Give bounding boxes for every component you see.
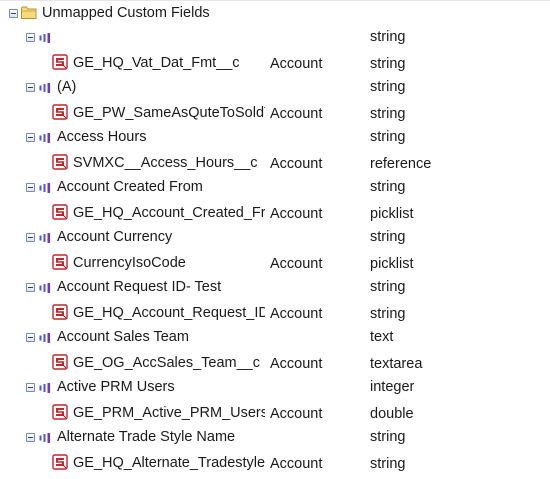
collapse-minus-icon[interactable] [26,133,35,142]
field-icon [39,283,51,293]
mapping-row[interactable]: GE_HQ_Account_Request_ID2 Account string [0,300,550,325]
mapped-field-name: GE_PW_SameAsQuteToSoldTo [73,105,265,121]
field-row[interactable]: Account Currency string [0,225,550,250]
field-label: (A) [57,79,77,95]
mapping-row[interactable]: GE_HQ_Alternate_Tradestyle_ Account stri… [0,450,550,475]
mapped-field-name: GE_OG_AccSales_Team__c [73,355,260,371]
field-label: Account Sales Team [57,329,189,345]
field-label: Active PRM Users [57,379,175,395]
mapped-field-type: string [370,456,406,472]
object-name: Account [270,456,323,472]
field-mapping-tree: Unmapped Custom Fields string GE_HQ_Vat_… [0,0,550,479]
mapped-field-name: GE_HQ_Vat_Dat_Fmt__c [73,55,240,71]
mapped-field-name: SVMXC__Access_Hours__c [73,155,258,171]
salesforce-object-icon [52,304,68,320]
field-icon [39,183,51,193]
mapped-field-name: GE_PRM_Active_PRM_Users__ [73,405,265,421]
collapse-minus-icon[interactable] [26,383,35,392]
field-type: string [370,179,406,195]
mapped-field-type: string [370,306,406,322]
collapse-minus-icon[interactable] [26,183,35,192]
salesforce-object-icon [52,204,68,220]
mapped-field-type: string [370,56,406,72]
mapping-row[interactable]: GE_PW_SameAsQuteToSoldTo Account string [0,100,550,125]
collapse-minus-icon[interactable] [9,9,18,18]
folder-icon [21,6,37,19]
field-type: text [370,329,394,345]
field-type: string [370,79,406,95]
mapped-field-type: textarea [370,356,423,372]
object-name: Account [270,106,323,122]
mapped-field-type: picklist [370,206,414,222]
field-icon [39,33,51,43]
field-icon [39,133,51,143]
salesforce-object-icon [52,404,68,420]
field-row[interactable]: (A) string [0,75,550,100]
tree-node-unmapped-custom-fields[interactable]: Unmapped Custom Fields [0,0,550,26]
mapped-field-name: CurrencyIsoCode [73,255,186,271]
salesforce-object-icon [52,154,68,170]
salesforce-object-icon [52,254,68,270]
field-type: string [370,279,406,295]
mapping-row[interactable]: GE_OG_AccSales_Team__c Account textarea [0,350,550,375]
field-label: Alternate Trade Style Name [57,429,236,445]
object-name: Account [270,356,323,372]
mapped-field-type: string [370,106,406,122]
field-row[interactable]: Alternate Trade Style Name string [0,425,550,450]
mapped-field-type: picklist [370,256,414,272]
salesforce-object-icon [52,54,68,70]
mapping-row[interactable]: GE_HQ_Vat_Dat_Fmt__c Account string [0,50,550,75]
field-type: string [370,429,406,445]
field-type: string [370,129,406,145]
salesforce-object-icon [52,354,68,370]
mapping-row[interactable]: CurrencyIsoCode Account picklist [0,250,550,275]
field-row[interactable]: string [0,25,550,50]
mapping-row[interactable]: GE_HQ_Account_Created_From Account pickl… [0,200,550,225]
object-name: Account [270,306,323,322]
field-row[interactable]: Account Created From string [0,175,550,200]
field-row[interactable]: Account Sales Team text [0,325,550,350]
field-type: string [370,29,406,45]
field-row[interactable]: Access Hours string [0,125,550,150]
collapse-minus-icon[interactable] [26,33,35,42]
object-name: Account [270,156,323,172]
collapse-minus-icon[interactable] [26,333,35,342]
collapse-minus-icon[interactable] [26,233,35,242]
salesforce-object-icon [52,454,68,470]
field-row[interactable]: Account Request ID- Test string [0,275,550,300]
object-name: Account [270,406,323,422]
mapping-row[interactable]: SVMXC__Access_Hours__c Account reference [0,150,550,175]
mapping-row[interactable]: GE_PRM_Active_PRM_Users__ Account double [0,400,550,425]
collapse-minus-icon[interactable] [26,83,35,92]
field-label: Account Request ID- Test [57,279,222,295]
field-label: Account Currency [57,229,173,245]
field-icon [39,383,51,393]
field-icon [39,233,51,243]
tree-root-label: Unmapped Custom Fields [42,5,210,21]
field-icon [39,83,51,93]
mapped-field-name: GE_HQ_Account_Created_From [73,205,265,221]
field-type: string [370,229,406,245]
field-icon [39,333,51,343]
field-type: integer [370,379,415,395]
mapped-field-type: double [370,406,414,422]
mapped-field-type: reference [370,156,432,172]
collapse-minus-icon[interactable] [26,283,35,292]
collapse-minus-icon[interactable] [26,433,35,442]
mapped-field-name: GE_HQ_Alternate_Tradestyle_ [73,455,265,471]
field-label: Access Hours [57,129,147,145]
object-name: Account [270,206,323,222]
salesforce-object-icon [52,104,68,120]
field-label: Account Created From [57,179,203,195]
mapped-field-name: GE_HQ_Account_Request_ID2 [73,305,265,321]
field-icon [39,433,51,443]
object-name: Account [270,56,323,72]
object-name: Account [270,256,323,272]
field-row[interactable]: Active PRM Users integer [0,375,550,400]
